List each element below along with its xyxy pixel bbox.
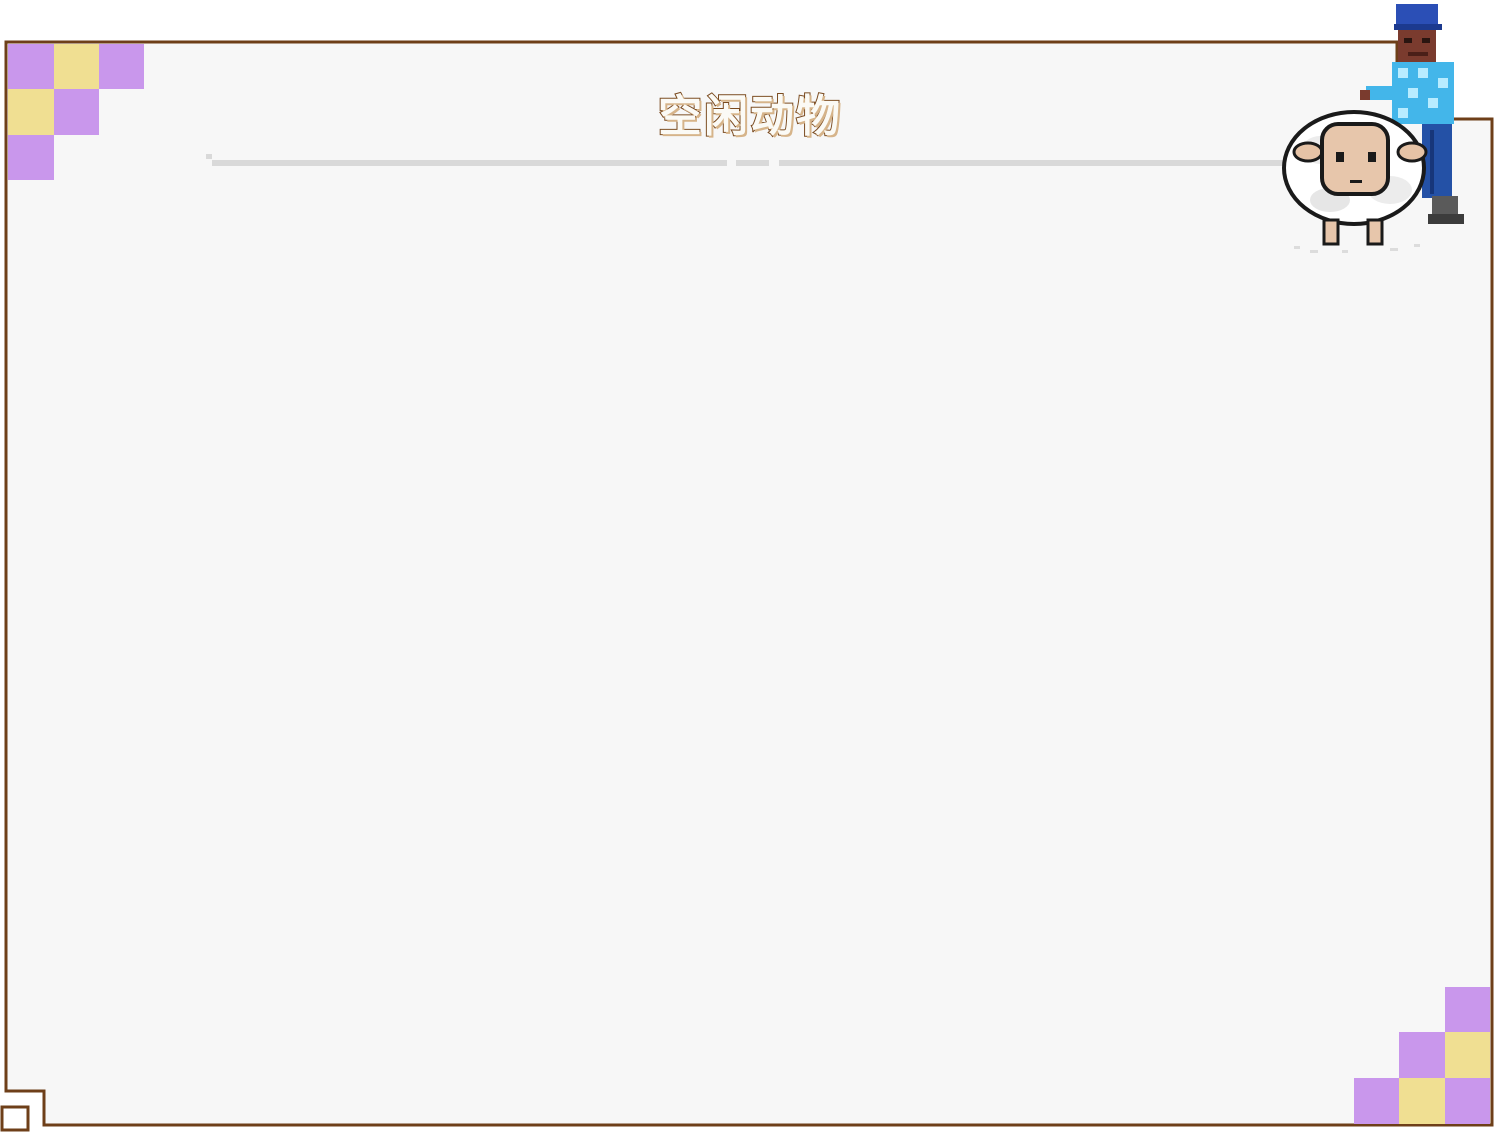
animal-list-area <box>40 200 1460 1060</box>
checker-corner-top-left <box>8 44 144 180</box>
farmer-with-sheep-icon <box>1282 4 1464 253</box>
idle-animals-dialog: 空闲动物 <box>0 0 1501 1133</box>
frame-notch-icon <box>0 1105 30 1132</box>
dialog-title: 空闲动物 <box>657 90 842 143</box>
